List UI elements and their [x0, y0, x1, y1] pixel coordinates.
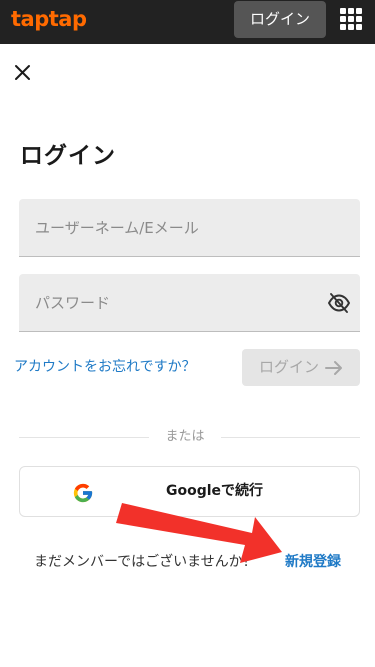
forgot-account-link[interactable]: アカウントをお忘れですか？ — [14, 357, 196, 377]
divider-text: または — [165, 429, 205, 444]
eye-off-icon[interactable] — [327, 292, 351, 314]
arrow-right-icon — [325, 360, 342, 375]
username-input[interactable] — [19, 199, 360, 256]
login-button-label: ログイン — [258, 358, 319, 376]
google-icon — [72, 482, 94, 504]
signup-link[interactable]: 新規登録 — [285, 552, 341, 572]
password-field-container — [19, 274, 360, 332]
username-field-container — [19, 199, 360, 257]
divider-right — [221, 437, 360, 438]
top-bar: taptap ログイン — [0, 0, 375, 44]
divider-left — [19, 437, 149, 438]
header-login-button[interactable]: ログイン — [234, 1, 326, 38]
page-title: ログイン — [20, 143, 116, 169]
password-input[interactable] — [19, 274, 360, 331]
apps-grid-icon[interactable] — [340, 8, 362, 30]
taptap-logo[interactable]: taptap — [11, 6, 87, 32]
red-arrow-icon — [116, 503, 282, 563]
login-button[interactable]: ログイン — [242, 349, 360, 386]
close-icon[interactable] — [13, 63, 33, 83]
